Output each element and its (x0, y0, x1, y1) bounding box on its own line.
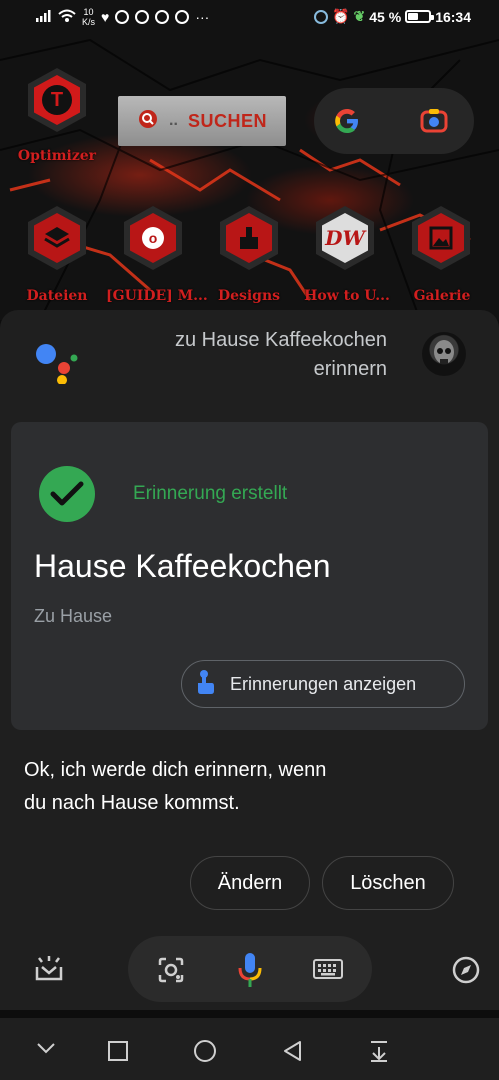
user-query: zu Hause Kaffeekochen erinnern (175, 326, 387, 384)
data-saver-icon (314, 9, 329, 24)
battery-icon (405, 10, 435, 23)
snapshot-icon[interactable] (32, 954, 66, 984)
chrome-icon (175, 10, 190, 24)
heart-icon: ♥ (101, 9, 110, 25)
battery-percent: 45 % (369, 8, 402, 25)
back-button[interactable] (280, 1038, 304, 1064)
search-widget-label: SUCHEN (187, 110, 267, 131)
reminder-location: Zu Hause (34, 606, 113, 626)
lens-icon[interactable] (156, 955, 186, 985)
view-reminders-button[interactable]: Erinnerungen anzeigen (181, 660, 465, 708)
status-bar: 10 K/s ♥ ··· ⏰ ❦ 45 % 16:34 (0, 0, 499, 34)
user-query-line: zu Hause Kaffeekochen (174, 329, 387, 351)
chevron-down-icon[interactable] (34, 1040, 58, 1056)
app-label: Designs (217, 288, 281, 304)
user-query-line: erinnern (313, 358, 387, 380)
network-speed-unit: K/s (82, 17, 96, 27)
google-lens-icon[interactable] (420, 108, 448, 134)
google-search-widget[interactable] (314, 88, 474, 154)
assistant-reply-line: du nach Hause kommst. (24, 792, 240, 814)
dw-glyph: DW (325, 226, 365, 250)
compass-icon[interactable] (450, 954, 482, 986)
chrome-icon (135, 10, 150, 24)
recents-button[interactable] (106, 1040, 130, 1062)
google-g-icon[interactable] (332, 106, 362, 136)
leaf-icon: ❦ (353, 8, 366, 24)
assistant-sheet: zu Hause Kaffeekochen erinnern Erinnerun… (0, 310, 499, 1010)
search-icon (137, 108, 159, 135)
app-label: [GUIDE] M... (106, 288, 208, 304)
microphone-icon[interactable] (232, 950, 268, 990)
clock: 16:34 (435, 8, 471, 25)
assistant-reply-line: Ok, ich werde dich erinnern, wenn (24, 759, 327, 781)
app-label: Dateien (26, 288, 88, 304)
avatar[interactable] (422, 332, 466, 376)
assistant-toolbar (0, 936, 499, 1006)
network-speed: 10 K/s (82, 7, 95, 27)
search-widget[interactable]: .. SUCHEN (118, 96, 286, 146)
app-label: How to U... (304, 288, 390, 304)
change-button[interactable]: Ändern (190, 856, 310, 910)
chrome-icon (115, 10, 130, 24)
network-speed-value: 10 (83, 7, 94, 17)
app-label: Optimizer (17, 148, 97, 164)
guide-glyph: o (142, 227, 164, 249)
assistant-reply: Ok, ich werde dich erinnern, wenn du nac… (24, 754, 404, 820)
navigation-bar (0, 1018, 499, 1080)
search-dots: .. (169, 112, 178, 129)
delete-button[interactable]: Löschen (322, 856, 454, 910)
alarm-icon: ⏰ (332, 8, 350, 24)
keyboard-icon[interactable] (312, 958, 344, 980)
reminder-hand-icon (194, 669, 216, 700)
notification-pulldown-icon[interactable] (366, 1038, 392, 1064)
home-button[interactable] (192, 1038, 218, 1064)
reminder-title: Hause Kaffeekochen (34, 548, 331, 584)
checkmark-icon (39, 466, 95, 522)
wifi-icon (58, 9, 76, 26)
google-assistant-icon (34, 336, 78, 384)
app-label: Galerie (413, 288, 471, 304)
reminder-status: Erinnerung erstellt (133, 483, 288, 504)
input-mode-pill (128, 936, 372, 1002)
chrome-icon (155, 10, 170, 24)
view-reminders-label: Erinnerungen anzeigen (230, 673, 417, 694)
more-notifications: ··· (195, 9, 210, 25)
optimizer-glyph: T (42, 85, 72, 115)
reminder-card[interactable]: Erinnerung erstellt Hause Kaffeekochen Z… (11, 422, 488, 730)
signal-icon (36, 9, 52, 25)
